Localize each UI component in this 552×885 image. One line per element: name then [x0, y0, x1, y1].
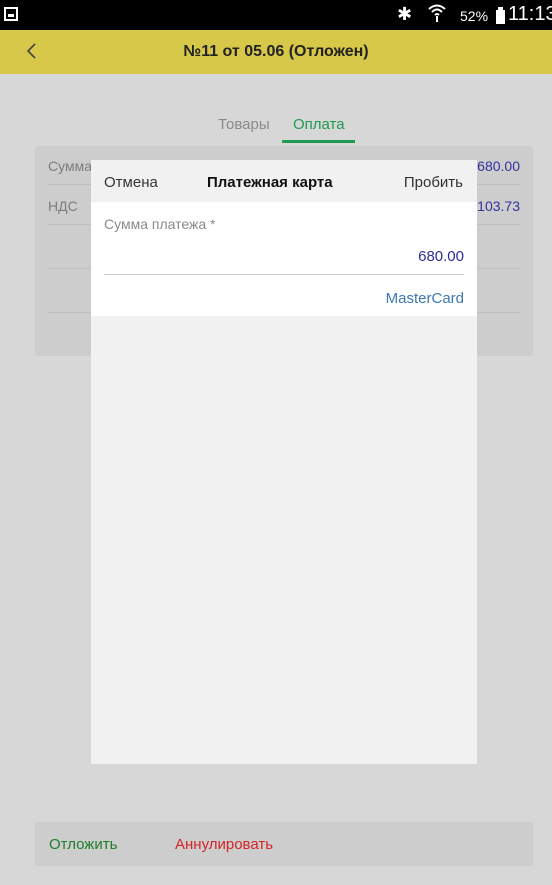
active-tab-indicator: [282, 140, 355, 143]
postpone-button[interactable]: Отложить: [49, 836, 117, 853]
amount-field-label: Сумма платежа *: [104, 216, 216, 232]
card-type-select[interactable]: MasterCard: [386, 290, 464, 307]
action-footer: Отложить Аннулировать: [35, 822, 533, 866]
tab-payment[interactable]: Оплата: [293, 116, 345, 133]
dialog-title: Платежная карта: [207, 174, 333, 191]
dialog-form: Сумма платежа * 680.00 MasterCard: [91, 202, 477, 316]
wifi-icon: [428, 3, 446, 28]
app-header: №11 от 05.06 (Отложен): [0, 30, 552, 74]
battery-percent: 52%: [460, 8, 489, 24]
clock: 11:13: [508, 3, 552, 25]
summary-row-value: 680.00: [477, 158, 520, 174]
status-bar: ✱ 52% 11:13: [0, 0, 552, 30]
summary-row-label: НДС: [48, 198, 78, 214]
annul-button[interactable]: Аннулировать: [175, 836, 273, 853]
payment-card-dialog: Отмена Платежная карта Пробить Сумма пла…: [91, 160, 477, 764]
battery-icon: [496, 7, 505, 24]
summary-row-value: 103.73: [477, 198, 520, 214]
amount-field[interactable]: 680.00: [418, 248, 464, 265]
page-title: №11 от 05.06 (Отложен): [183, 43, 369, 60]
bluetooth-icon: ✱: [397, 4, 413, 24]
screenshot-icon: [4, 7, 18, 21]
charge-button[interactable]: Пробить: [404, 174, 463, 191]
cancel-button[interactable]: Отмена: [104, 174, 158, 191]
tab-bar: Товары Оплата: [0, 106, 552, 144]
dialog-header: Отмена Платежная карта Пробить: [91, 160, 477, 202]
amount-field-underline: [104, 274, 464, 275]
summary-row-label: Сумма: [48, 158, 92, 174]
tab-goods[interactable]: Товары: [218, 116, 270, 133]
